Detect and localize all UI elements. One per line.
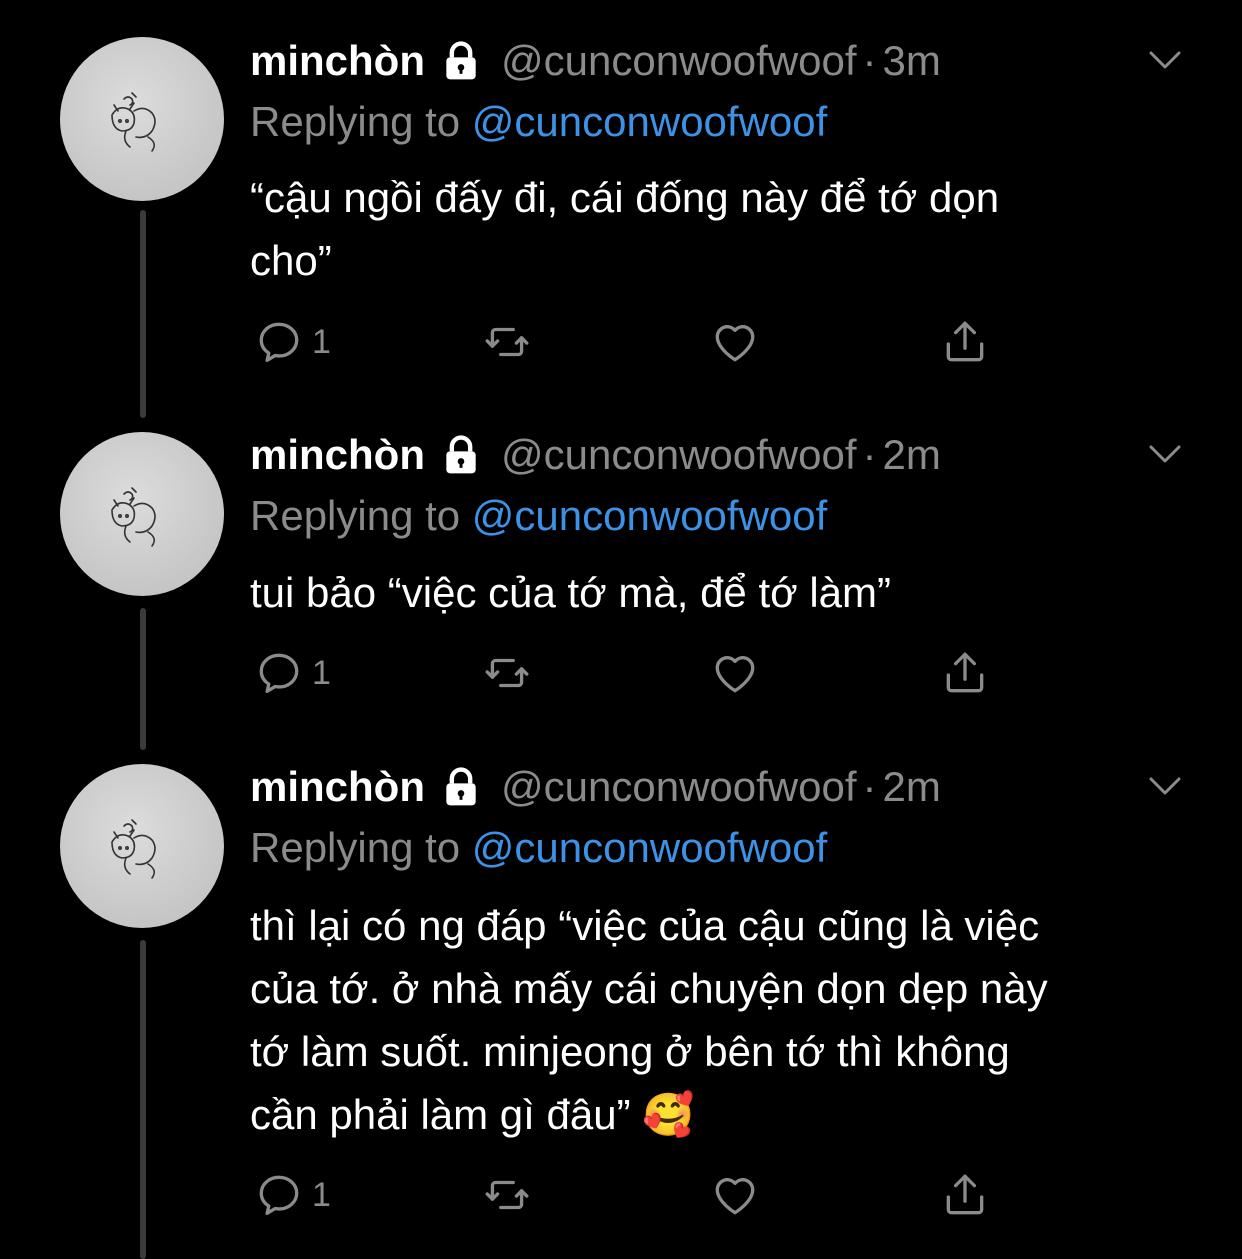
tweet-text-line: tớ làm suốt. minjeong ở bên tớ thì không	[250, 1028, 1010, 1075]
tweet-actions: 1	[250, 1170, 1010, 1220]
tweet-text: “cậu ngồi đấy đi, cái đống này để tớ dọn…	[250, 166, 1200, 292]
separator-dot: ·	[862, 37, 877, 84]
like-icon	[715, 656, 755, 693]
replying-prefix: Replying to	[250, 98, 472, 145]
chevron-down-icon[interactable]	[1145, 45, 1185, 75]
display-name[interactable]: minchòn	[250, 37, 425, 85]
lock-icon	[446, 41, 476, 80]
separator-dot: ·	[862, 763, 877, 810]
like-button[interactable]	[710, 648, 760, 698]
reply-count: 1	[312, 322, 331, 361]
dog-doodle-icon	[111, 92, 156, 152]
retweet-button[interactable]	[482, 1170, 532, 1220]
like-button[interactable]	[710, 1170, 760, 1220]
lock-icon	[446, 767, 476, 806]
tweet-header: minchòn @cunconwoofwoof · 2m	[250, 762, 941, 812]
share-button[interactable]	[940, 1170, 990, 1220]
lock-icon	[446, 435, 476, 474]
replying-to: Replying to @cunconwoofwoof	[250, 824, 827, 872]
tweet[interactable]: minchòn @cunconwoofwoof · 3m Replying to…	[0, 0, 1242, 400]
user-handle[interactable]: @cunconwoofwoof	[501, 37, 857, 85]
share-icon	[946, 321, 984, 362]
mention-link[interactable]: @cunconwoofwoof	[472, 824, 828, 871]
share-button[interactable]	[940, 648, 990, 698]
tweet-text: thì lại có ng đáp “việc của cậu cũng là …	[250, 894, 1200, 1146]
timestamp[interactable]: 2m	[883, 431, 941, 479]
avatar[interactable]	[60, 764, 224, 928]
retweet-button[interactable]	[482, 317, 532, 367]
mention-link[interactable]: @cunconwoofwoof	[472, 98, 828, 145]
replying-prefix: Replying to	[250, 492, 472, 539]
tweet-text-line: cần phải làm gì đâu” 🥰	[250, 1083, 1200, 1146]
display-name[interactable]: minchòn	[250, 431, 425, 479]
tweet[interactable]: minchòn @cunconwoofwoof · 2m Replying to…	[0, 395, 1242, 735]
tweet[interactable]: minchòn @cunconwoofwoof · 2m Replying to…	[0, 727, 1242, 1259]
tweet-text-line: thì lại có ng đáp “việc của cậu cũng là …	[250, 902, 1040, 949]
retweet-icon	[485, 658, 529, 688]
avatar[interactable]	[60, 37, 224, 201]
dog-doodle-icon	[111, 819, 156, 879]
like-icon	[715, 1178, 755, 1215]
reply-button[interactable]: 1	[254, 648, 331, 698]
share-icon	[946, 1174, 984, 1215]
reply-icon	[259, 322, 299, 362]
share-icon	[946, 652, 984, 693]
reply-count: 1	[312, 653, 331, 692]
user-handle[interactable]: @cunconwoofwoof	[501, 763, 857, 811]
tweet-actions: 1	[250, 648, 1010, 698]
tweet-text-segment: cần phải làm gì đâu”	[250, 1091, 631, 1138]
tweet-header: minchòn @cunconwoofwoof · 3m	[250, 36, 941, 86]
like-button[interactable]	[710, 317, 760, 367]
avatar[interactable]	[60, 432, 224, 596]
reply-button[interactable]: 1	[254, 317, 331, 367]
replying-to: Replying to @cunconwoofwoof	[250, 492, 827, 540]
tweet-text-line: cho”	[250, 237, 332, 284]
retweet-icon	[485, 1180, 529, 1210]
timestamp[interactable]: 3m	[883, 37, 941, 85]
display-name[interactable]: minchòn	[250, 763, 425, 811]
tweet-actions: 1	[250, 317, 1010, 367]
retweet-icon	[485, 327, 529, 357]
share-button[interactable]	[940, 317, 990, 367]
user-handle[interactable]: @cunconwoofwoof	[501, 431, 857, 479]
reply-button[interactable]: 1	[254, 1170, 331, 1220]
tweet-text-line: tui bảo “việc của tớ mà, để tớ làm”	[250, 569, 891, 616]
tweet-header: minchòn @cunconwoofwoof · 2m	[250, 430, 941, 480]
like-icon	[715, 325, 755, 362]
chevron-down-icon[interactable]	[1145, 771, 1185, 801]
replying-to: Replying to @cunconwoofwoof	[250, 98, 827, 146]
retweet-button[interactable]	[482, 648, 532, 698]
smiling-face-hearts-emoji: 🥰	[642, 1091, 695, 1138]
tweet-text-line: của tớ. ở nhà mấy cái chuyện dọn dẹp này	[250, 965, 1048, 1012]
tweet-text: tui bảo “việc của tớ mà, để tớ làm”	[250, 561, 1200, 624]
tweet-text-line: “cậu ngồi đấy đi, cái đống này để tớ dọn	[250, 174, 1000, 221]
chevron-down-icon[interactable]	[1145, 439, 1185, 469]
separator-dot: ·	[862, 431, 877, 478]
mention-link[interactable]: @cunconwoofwoof	[472, 492, 828, 539]
reply-icon	[259, 1175, 299, 1215]
replying-prefix: Replying to	[250, 824, 472, 871]
reply-icon	[259, 653, 299, 693]
timestamp[interactable]: 2m	[883, 763, 941, 811]
dog-doodle-icon	[111, 487, 156, 547]
reply-count: 1	[312, 1175, 331, 1214]
